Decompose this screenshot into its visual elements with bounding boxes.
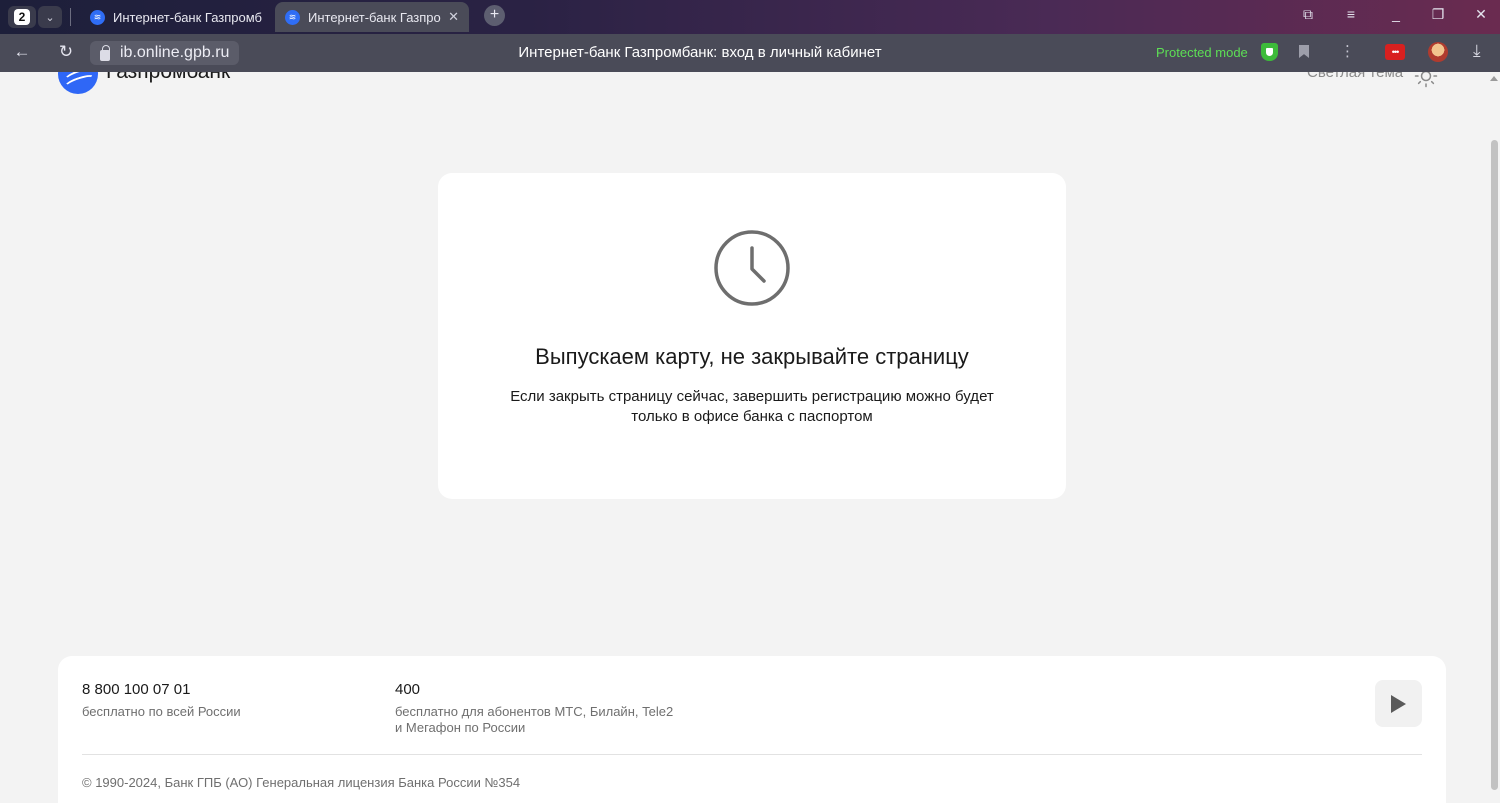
restore-button[interactable]: ❐ (1427, 6, 1449, 23)
page-scrollbar[interactable] (1488, 72, 1500, 803)
phone-number-main[interactable]: 8 800 100 07 01 (82, 681, 190, 698)
protected-mode-label[interactable]: Protected mode (1156, 45, 1248, 60)
google-play-button[interactable] (1375, 680, 1422, 727)
phone-number-short-note: бесплатно для абонентов МТС, Билайн, Tel… (395, 704, 673, 736)
browser-tab-bar: 2 ⌄ ≋ Интернет-банк Газпромб ≋ Интернет-… (0, 0, 1500, 34)
extension-icon[interactable]: ••• (1385, 44, 1405, 60)
play-icon (1391, 694, 1406, 713)
more-options-icon[interactable]: ⋮ (1340, 42, 1355, 60)
browser-tab-2-active[interactable]: ≋ Интернет-банк Газпро ✕ (275, 2, 469, 32)
extension-avatar-icon[interactable] (1428, 42, 1448, 62)
status-card: Выпускаем карту, не закрывайте страницу … (438, 173, 1066, 499)
card-title: Выпускаем карту, не закрывайте страницу (535, 344, 969, 369)
tab-title: Интернет-банк Газпромб (113, 9, 262, 25)
phone-number-short[interactable]: 400 (395, 681, 420, 698)
card-description-line: только в офисе банка с паспортом (631, 408, 873, 425)
new-tab-button[interactable]: + (484, 5, 505, 26)
tab-count: 2 (14, 9, 30, 25)
close-window-button[interactable]: ✕ (1470, 6, 1492, 23)
clock-icon (714, 230, 790, 306)
gazprombank-favicon-icon: ≋ (90, 9, 105, 25)
footer: 8 800 100 07 01 бесплатно по всей России… (58, 656, 1446, 803)
chevron-down-icon[interactable]: ⌄ (38, 6, 62, 28)
address-bar: ← ↻ ib.online.gpb.ru Интернет-банк Газпр… (0, 34, 1500, 72)
tab-separator (70, 8, 71, 26)
gazprombank-logo-icon[interactable] (58, 72, 98, 94)
scrollbar-thumb[interactable] (1491, 140, 1498, 790)
shield-icon[interactable] (1261, 43, 1278, 61)
menu-icon[interactable]: ≡ (1340, 6, 1362, 22)
note-line: и Мегафон по России (395, 720, 526, 735)
tab-title: Интернет-банк Газпро (308, 9, 441, 25)
download-icon[interactable]: ⤓ (1473, 41, 1481, 61)
logo-text[interactable]: Газпромбанк (106, 72, 230, 84)
divider (82, 754, 1422, 755)
phone-number-main-note: бесплатно по всей России (82, 704, 241, 719)
minimize-button[interactable]: _ (1385, 6, 1407, 22)
theme-toggle-label[interactable]: Светлая тема (1307, 72, 1403, 81)
close-icon[interactable]: ✕ (448, 9, 459, 25)
sun-icon[interactable] (1414, 72, 1438, 88)
copyright-text: © 1990-2024, Банк ГПБ (АО) Генеральная л… (82, 775, 521, 790)
collections-icon[interactable]: ⧉ (1297, 6, 1319, 23)
card-description-line: Если закрыть страницу сейчас, завершить … (510, 388, 994, 405)
page-content: Газпромбанк Светлая тема Выпускаем карту… (0, 72, 1488, 803)
card-description: Если закрыть страницу сейчас, завершить … (478, 387, 1026, 427)
scroll-up-arrow-icon[interactable] (1490, 76, 1498, 81)
note-line: бесплатно для абонентов МТС, Билайн, Tel… (395, 704, 674, 719)
gazprombank-favicon-icon: ≋ (285, 9, 300, 25)
browser-tab-1[interactable]: ≋ Интернет-банк Газпромб (80, 2, 272, 32)
tab-counter-button[interactable]: 2 (8, 6, 36, 28)
